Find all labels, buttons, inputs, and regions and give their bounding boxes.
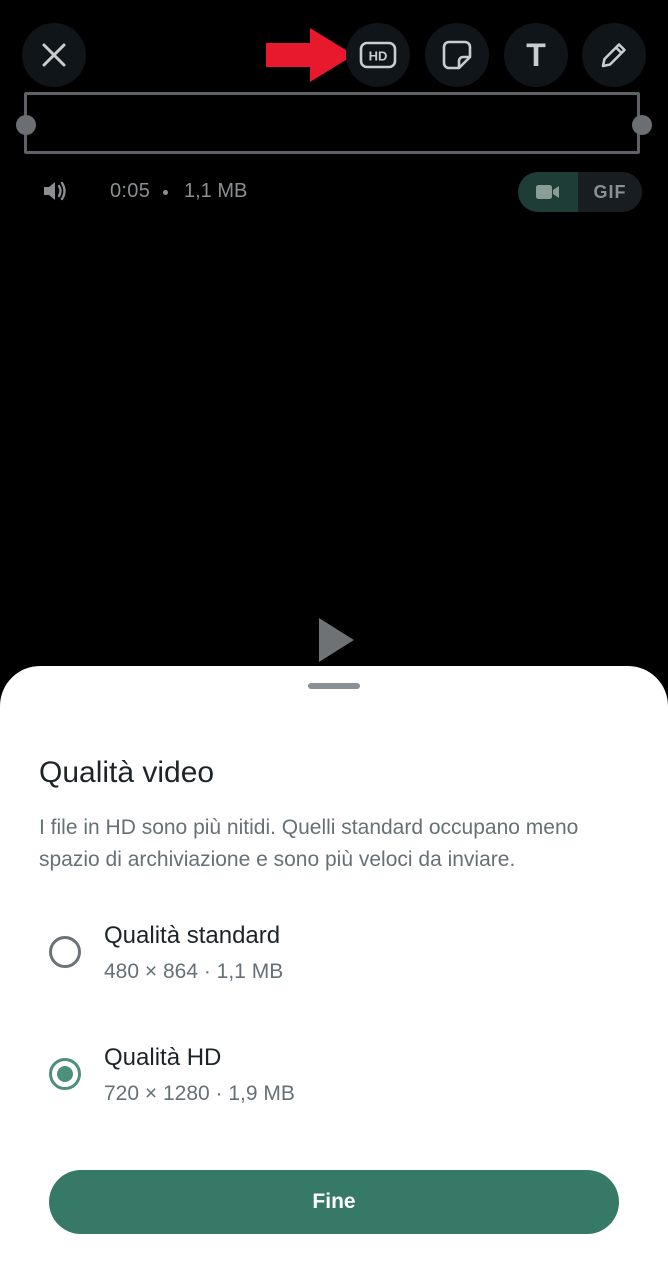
video-camera-icon (536, 185, 559, 199)
draw-button[interactable] (582, 23, 646, 87)
option-label: Qualità HD (104, 1044, 222, 1071)
video-trimmer[interactable] (24, 92, 640, 154)
text-button[interactable]: T (504, 23, 568, 87)
sheet-title: Qualità video (39, 756, 215, 789)
hd-quality-button[interactable]: HD (346, 23, 410, 87)
done-button[interactable]: Fine (49, 1170, 619, 1234)
volume-icon[interactable] (42, 179, 68, 203)
option-standard-quality[interactable]: Qualità standard 480 × 864 · 1,1 MB (0, 914, 668, 1004)
gif-mode-option[interactable]: GIF (578, 172, 642, 212)
arrow-annotation-icon (266, 28, 354, 82)
video-mode-option[interactable] (518, 172, 578, 212)
option-label: Qualità standard (104, 922, 281, 949)
close-button[interactable] (22, 23, 86, 87)
trim-start-handle[interactable] (16, 115, 36, 135)
play-icon[interactable] (316, 616, 356, 664)
svg-text:HD: HD (369, 49, 388, 64)
pencil-icon (601, 43, 626, 68)
radio-hd[interactable] (49, 1058, 81, 1090)
radio-standard[interactable] (49, 936, 81, 968)
close-icon (42, 43, 66, 67)
video-file-size: 1,1 MB (184, 180, 248, 202)
sheet-drag-handle[interactable] (308, 683, 360, 689)
trim-end-handle[interactable] (632, 115, 652, 135)
hd-icon: HD (359, 41, 397, 69)
separator-dot (163, 190, 168, 195)
option-detail: 480 × 864 · 1,1 MB (104, 960, 284, 983)
video-info-row: 0:05 1,1 MB GIF (0, 172, 668, 212)
sheet-description: I file in HD sono più nitidi. Quelli sta… (39, 816, 579, 871)
video-gif-toggle[interactable]: GIF (518, 172, 642, 212)
video-duration: 0:05 (110, 180, 151, 202)
option-detail: 720 × 1280 · 1,9 MB (104, 1082, 295, 1105)
option-hd-quality[interactable]: Qualità HD 720 × 1280 · 1,9 MB (0, 1036, 668, 1126)
video-quality-sheet: Qualità video I file in HD sono più niti… (0, 666, 668, 1280)
sticker-icon (442, 40, 472, 70)
text-icon: T (526, 36, 546, 73)
sticker-button[interactable] (425, 23, 489, 87)
